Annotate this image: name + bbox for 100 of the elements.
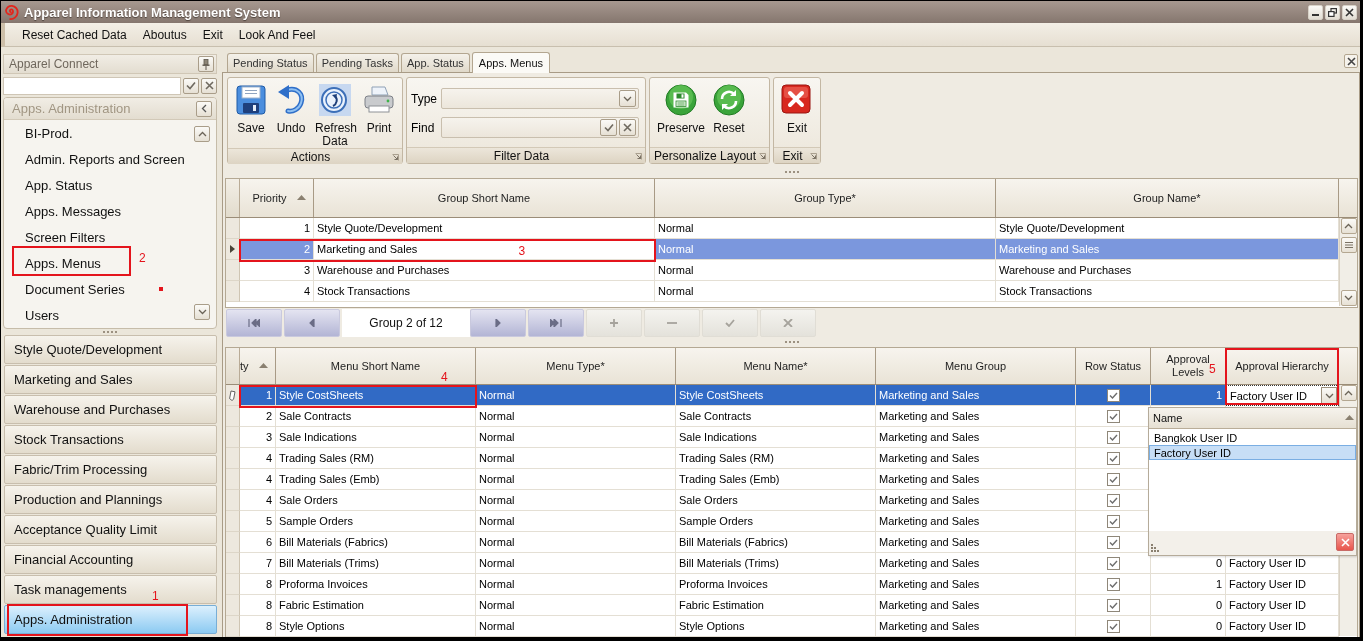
table-cell: 1	[240, 218, 314, 239]
save-button[interactable]: Save	[231, 78, 271, 148]
sidebar-item[interactable]: Document Series	[25, 282, 125, 297]
checkbox[interactable]	[1106, 409, 1120, 423]
nav-group-button[interactable]: Style Quote/Development	[4, 335, 217, 364]
column-header[interactable]: Name	[1149, 408, 1356, 429]
sidebar-item[interactable]: Users	[25, 308, 59, 323]
menu-item[interactable]: Exit	[194, 24, 231, 45]
search-field[interactable]	[3, 76, 181, 95]
list-item[interactable]: Factory User ID	[1149, 445, 1356, 460]
clear-button[interactable]	[201, 77, 217, 94]
sidebar-item[interactable]: Admin. Reports and Screen	[25, 152, 185, 167]
corner-arrow-icon[interactable]	[759, 153, 767, 160]
sidebar-item[interactable]: Apps. Menus	[25, 256, 101, 271]
nav-group-button[interactable]: Marketing and Sales	[4, 365, 217, 394]
scroll-up-button[interactable]	[1340, 218, 1357, 234]
find-field[interactable]	[441, 117, 639, 138]
table-cell: Normal	[476, 490, 676, 511]
table-cell: Trading Sales (Emb)	[676, 469, 876, 490]
sidebar-item[interactable]: BI-Prod.	[25, 126, 73, 141]
checkbox[interactable]	[1106, 472, 1120, 486]
row-header[interactable]	[226, 239, 240, 260]
first-button[interactable]	[226, 309, 282, 337]
column-header[interactable]: Menu Group	[876, 348, 1076, 384]
tab[interactable]: App. Status	[401, 53, 470, 72]
nav-group-button[interactable]: Apps. Administration	[4, 605, 217, 634]
close-icon	[623, 123, 632, 132]
grip-icon[interactable]	[784, 170, 799, 173]
table-cell: Sale Orders	[676, 490, 876, 511]
row-header[interactable]	[226, 385, 240, 406]
checkbox[interactable]	[1106, 388, 1120, 402]
checkbox[interactable]	[1106, 514, 1120, 528]
nav-group-button[interactable]: Warehouse and Purchases	[4, 395, 217, 424]
sidebar-item[interactable]: Apps. Messages	[25, 204, 122, 219]
tab[interactable]: Pending Status	[227, 53, 314, 72]
column-header[interactable]: Group Short Name	[314, 179, 655, 217]
column-header[interactable]: Approval Hierarchy	[1226, 348, 1339, 384]
column-header[interactable]: Menu Name*	[676, 348, 876, 384]
corner-arrow-icon[interactable]	[635, 153, 642, 160]
menu-item[interactable]: Aboutus	[134, 24, 195, 45]
restore-icon	[1328, 7, 1337, 17]
table-cell: Sample Orders	[276, 511, 476, 532]
column-header[interactable]: Group Type*	[655, 179, 996, 217]
pencil-icon	[229, 389, 236, 401]
group-caption: Filter Data	[493, 148, 550, 163]
exit-button[interactable]: Exit	[777, 78, 818, 147]
checkbox[interactable]	[1106, 577, 1120, 591]
apply-button[interactable]	[183, 77, 199, 94]
restore-button[interactable]	[1325, 4, 1340, 20]
dropdown-button[interactable]	[619, 90, 636, 107]
checkbox[interactable]	[1106, 535, 1120, 549]
tab[interactable]: Pending Tasks	[315, 53, 399, 72]
checkbox[interactable]	[1106, 451, 1120, 465]
close-icon	[781, 84, 814, 116]
resize-grip-icon[interactable]	[1151, 544, 1159, 552]
checkbox[interactable]	[1106, 493, 1120, 507]
nav-group-button[interactable]: Fabric/Trim Processing	[4, 455, 217, 484]
menu-item[interactable]: Reset Cached Data	[14, 24, 135, 45]
scroll-down-button[interactable]	[1340, 290, 1357, 306]
corner-arrow-icon[interactable]	[810, 153, 818, 160]
window-title: Apparel Information Management System	[24, 4, 282, 20]
minimize-button[interactable]	[1308, 4, 1323, 20]
scroll-thumb[interactable]	[1340, 237, 1357, 253]
table-cell: 4	[240, 490, 276, 511]
checkbox[interactable]	[1106, 598, 1120, 612]
column-header[interactable]: Priority	[240, 179, 314, 217]
nav-group-button[interactable]: Stock Transactions	[4, 425, 217, 454]
checkbox[interactable]	[1106, 619, 1120, 633]
reset-button[interactable]: Reset	[709, 78, 750, 147]
apply-button[interactable]	[600, 119, 617, 136]
print-button[interactable]: Print	[359, 78, 399, 148]
spiral-icon	[3, 4, 19, 20]
nav-group-button[interactable]: Production and Plannings	[4, 485, 217, 514]
refresh-icon	[319, 84, 351, 116]
undo-button[interactable]: Undo	[271, 78, 311, 148]
last-button[interactable]	[528, 309, 584, 337]
sidebar-item[interactable]: Screen Filters	[25, 230, 106, 245]
menu-item[interactable]: Look And Feel	[230, 24, 324, 45]
column-header[interactable]: Menu Type*	[476, 348, 676, 384]
pin-button[interactable]	[198, 56, 214, 72]
preserve-button[interactable]: Preserve	[653, 78, 710, 147]
nav-group-button[interactable]: Financial Accounting	[4, 545, 217, 574]
column-header[interactable]: Group Name*	[996, 179, 1339, 217]
checkbox[interactable]	[1106, 556, 1120, 570]
refresh-button[interactable]: Refresh Data	[311, 78, 359, 148]
tab[interactable]: Apps. Menus	[471, 52, 551, 73]
list-item[interactable]: Bangkok User ID	[1149, 430, 1356, 445]
checkbox[interactable]	[1106, 430, 1120, 444]
collapse-button[interactable]	[196, 100, 212, 117]
column-header[interactable]: ty	[240, 348, 276, 384]
clear-button[interactable]	[619, 119, 636, 136]
scroll-up-button[interactable]	[1340, 385, 1357, 401]
scroll-down-button[interactable]	[194, 304, 210, 320]
sidebar-item[interactable]: App. Status	[25, 178, 93, 193]
close-tab-button[interactable]	[1344, 54, 1358, 68]
table-cell: Marketing and Sales	[876, 385, 1076, 406]
corner-arrow-icon[interactable]	[392, 154, 399, 161]
column-header[interactable]: Row Status	[1076, 348, 1151, 384]
scroll-up-button[interactable]	[194, 126, 210, 142]
nav-group-button[interactable]: Acceptance Quality Limit	[4, 515, 217, 544]
